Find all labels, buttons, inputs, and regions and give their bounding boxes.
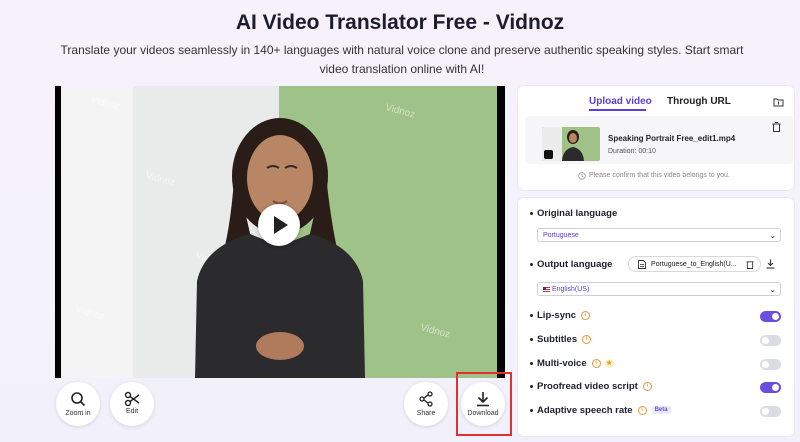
info-icon[interactable]: i [642, 381, 652, 391]
output-language-select[interactable]: English(US) ⌄ [537, 282, 781, 296]
option-subtitles: Subtitles i [530, 334, 592, 345]
download-icon[interactable] [766, 259, 775, 269]
tab-upload-video[interactable]: Upload video [589, 96, 652, 107]
trash-icon[interactable] [772, 122, 781, 132]
adaptive-speech-rate-toggle[interactable] [760, 406, 781, 417]
option-multi-voice: Multi-voice i ★ [530, 358, 614, 369]
chevron-down-icon: ⌄ [769, 231, 776, 240]
script-file-name: Portuguese_to_English(U... [651, 261, 737, 268]
output-language-label: Output language [530, 259, 612, 270]
us-flag-icon [543, 286, 550, 292]
search-icon [71, 392, 86, 407]
tab-active-indicator [589, 109, 646, 111]
page-subtitle: Translate your videos seamlessly in 140+… [60, 43, 744, 76]
share-icon [419, 391, 433, 407]
info-icon[interactable]: i [582, 334, 592, 344]
play-button[interactable] [258, 204, 300, 246]
file-name: Speaking Portrait Free_edit1.mp4 [608, 134, 736, 143]
proofread-script-toggle[interactable] [760, 382, 781, 393]
zoom-in-button[interactable]: Zoom in [56, 382, 100, 426]
share-label: Share [416, 410, 436, 417]
folder-icon[interactable] [773, 97, 784, 107]
document-icon [638, 260, 646, 269]
option-lip-sync: Lip-sync i [530, 310, 591, 321]
tab-through-url[interactable]: Through URL [667, 96, 731, 107]
download-highlight-box [456, 372, 512, 436]
subtitles-toggle[interactable] [760, 335, 781, 346]
crown-icon: ★ [604, 358, 614, 368]
original-language-select[interactable]: Portuguese ⌄ [537, 228, 781, 242]
share-button[interactable]: Share [404, 382, 448, 426]
chevron-down-icon: ⌄ [769, 285, 776, 294]
lip-sync-toggle[interactable] [760, 311, 781, 322]
beta-badge: Beta [651, 406, 671, 415]
file-duration: Duration: 00:10 [608, 148, 656, 155]
info-icon[interactable]: i [591, 358, 601, 368]
video-thumbnail[interactable] [542, 127, 600, 161]
edit-button[interactable]: Edit [110, 382, 154, 426]
edit-label: Edit [125, 408, 139, 415]
original-language-label: Original language [530, 208, 617, 219]
script-file-pill[interactable]: Portuguese_to_English(U... [628, 256, 761, 272]
option-proofread-script: Proofread video script i [530, 381, 652, 392]
page-title: AI Video Translator Free - Vidnoz [235, 11, 565, 34]
trash-icon[interactable] [746, 260, 754, 269]
scissors-icon [124, 391, 140, 407]
ownership-note: Please confirm that this video belongs t… [589, 172, 730, 179]
info-icon[interactable]: i [637, 405, 647, 415]
video-preview[interactable]: Vidnoz Vidnoz Vidnoz Vidnoz Vidnoz Vidno… [55, 86, 505, 378]
option-adaptive-speech-rate: Adaptive speech rate i Beta [530, 405, 671, 416]
info-icon[interactable]: i [581, 310, 591, 320]
multi-voice-toggle[interactable] [760, 359, 781, 370]
video-badge-icon [544, 150, 553, 159]
presenter-thumbnail-icon [562, 130, 584, 161]
clock-icon [578, 172, 586, 180]
zoom-in-label: Zoom in [65, 410, 91, 417]
